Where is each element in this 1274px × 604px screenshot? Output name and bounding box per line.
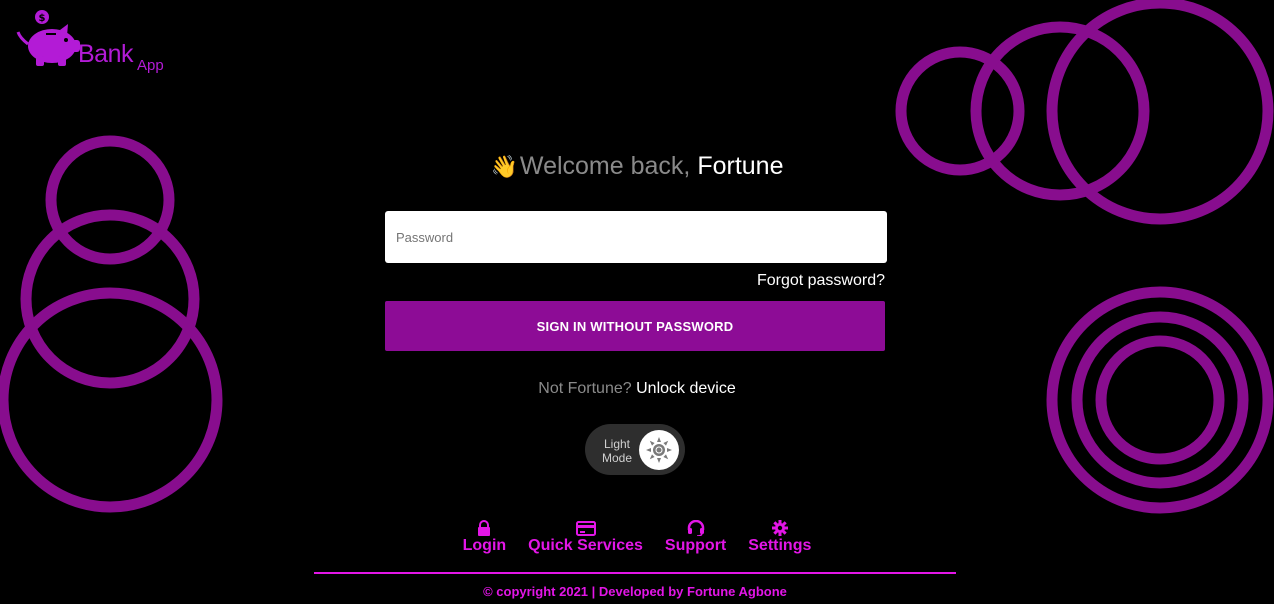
headset-icon <box>687 520 704 536</box>
nav-quick-services-label: Quick Services <box>528 537 643 554</box>
footer-nav: Login Quick Services Support Settings <box>0 520 1274 555</box>
waving-hand-icon: 👋 <box>490 154 518 179</box>
theme-toggle[interactable]: Light Mode <box>585 424 685 475</box>
brand-name: Bank <box>78 40 133 68</box>
theme-label-line1: Light <box>603 437 631 451</box>
copyright-text: © copyright 2021 | Developed by Fortune … <box>483 584 787 599</box>
nav-login[interactable]: Login <box>452 520 518 555</box>
sign-in-without-password-button[interactable]: SIGN IN WITHOUT PASSWORD <box>385 301 885 351</box>
sun-icon <box>646 437 672 463</box>
not-user-question: Not Fortune? <box>538 380 632 397</box>
welcome-greeting: Welcome back, <box>519 152 691 180</box>
credit-card-icon <box>575 521 596 536</box>
login-page: $ Bank App 👋Welcome back, Fortune Forgot… <box>0 0 1274 604</box>
theme-label-line2: Mode <box>601 451 633 465</box>
theme-toggle-label: Light Mode <box>597 437 637 465</box>
nav-quick-services[interactable]: Quick Services <box>517 520 654 555</box>
gear-icon <box>771 520 788 536</box>
piggy-bank-icon: $ <box>16 10 80 66</box>
brand-suffix: App <box>137 57 164 74</box>
password-input[interactable] <box>385 211 887 263</box>
user-name: Fortune <box>697 152 784 180</box>
welcome-heading: 👋Welcome back, Fortune <box>0 150 1274 183</box>
nav-login-label: Login <box>462 537 507 554</box>
svg-text:$: $ <box>39 13 46 24</box>
brand-logo[interactable]: $ Bank App <box>16 8 176 78</box>
not-user-line: Not Fortune? Unlock device <box>0 380 1274 398</box>
lock-icon <box>478 520 491 536</box>
footer-divider <box>314 572 956 574</box>
nav-support-label: Support <box>664 537 727 554</box>
forgot-password-link[interactable]: Forgot password? <box>757 272 885 290</box>
nav-settings[interactable]: Settings <box>737 520 822 555</box>
unlock-device-link[interactable]: Unlock device <box>636 380 736 397</box>
theme-toggle-knob[interactable] <box>639 430 679 470</box>
nav-support[interactable]: Support <box>654 520 737 555</box>
nav-settings-label: Settings <box>748 537 812 554</box>
